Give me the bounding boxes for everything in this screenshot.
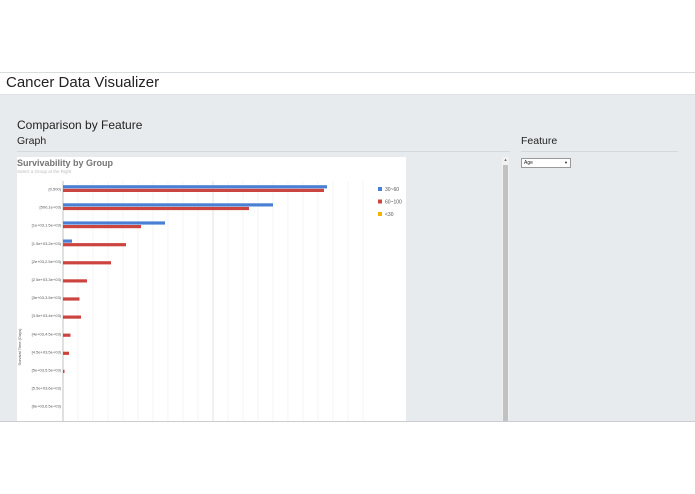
chart-bar: [63, 221, 165, 225]
app-title: Cancer Data Visualizer: [6, 74, 160, 91]
chart-tick-label: [2.5e+03,3e+03): [32, 277, 62, 282]
chart-legend-label: 30~60: [385, 187, 399, 193]
chart-bar: [63, 333, 71, 337]
chart-tick-label: [2e+03,2.5e+03): [32, 259, 62, 264]
section-title: Comparison by Feature: [17, 118, 143, 132]
chart-bar: [63, 261, 111, 265]
main-content: Comparison by Feature Graph Feature Age …: [0, 95, 695, 421]
feature-select-value: Age: [524, 160, 533, 166]
chart-bar: [63, 203, 273, 207]
scroll-up-arrow-icon[interactable]: ▲: [502, 157, 509, 163]
chart-bar: [63, 315, 81, 319]
chart-tick-label: [1e+03,1.5e+03): [32, 223, 62, 228]
chart-bar: [63, 239, 72, 243]
chart-legend-swatch: [378, 187, 382, 191]
chart-legend-label: <30: [385, 212, 394, 218]
chart-tick-label: [0,500): [49, 187, 62, 192]
chart-tick-label: [4e+03,4.5e+03): [32, 331, 62, 336]
graph-heading: Graph: [17, 135, 47, 147]
chart-tick-label: [500,1e+03): [40, 205, 62, 210]
chart-y-axis-label: Survival Time (Days): [17, 328, 22, 366]
chart-legend-label: 60~100: [385, 200, 402, 206]
scrollbar-thumb[interactable]: [503, 165, 508, 421]
chart-tick-label: [5.5e+03,6e+03): [32, 386, 62, 391]
bar-chart: [0,500) [500,1e+03) [1e+03,1.5e+03) [1.5e+0…: [17, 181, 402, 421]
chart-tick-label: [1.5e+03,2e+03): [32, 241, 62, 246]
chart-bar: [63, 243, 126, 247]
chart-bar: [63, 206, 249, 211]
chart-tick-label: [6e+03,6.5e+03): [32, 404, 62, 409]
chart-tick-label: [5e+03,5.5e+03): [32, 368, 62, 373]
chart-bar: [63, 297, 80, 301]
chart-bar: [63, 351, 69, 355]
chart-panel: Survivability by Group Select a Group at…: [17, 157, 406, 421]
chart-legend-swatch: [378, 199, 382, 204]
chart-bar: [63, 185, 327, 189]
chart-bar: [63, 369, 65, 373]
app-frame: Cancer Data Visualizer Comparison by Fea…: [0, 72, 695, 422]
chart-tick-label: [3e+03,3.5e+03): [32, 295, 62, 300]
feature-heading: Feature: [521, 135, 558, 147]
graph-scrollbar[interactable]: ▲: [502, 157, 509, 421]
chart-tick-label: [3.5e+03,4e+03): [32, 313, 62, 318]
chart-tick-label: [4.5e+03,5e+03): [32, 349, 62, 354]
graph-divider: [17, 151, 510, 152]
chart-bar: [63, 225, 141, 229]
chart-bar: [63, 279, 87, 283]
chart-bar: [63, 188, 324, 192]
feature-select[interactable]: Age ▼: [521, 158, 571, 168]
feature-divider: [521, 151, 678, 152]
app-header: Cancer Data Visualizer: [0, 73, 695, 95]
chevron-down-icon: ▼: [564, 160, 568, 165]
chart-legend-swatch: [378, 212, 382, 216]
